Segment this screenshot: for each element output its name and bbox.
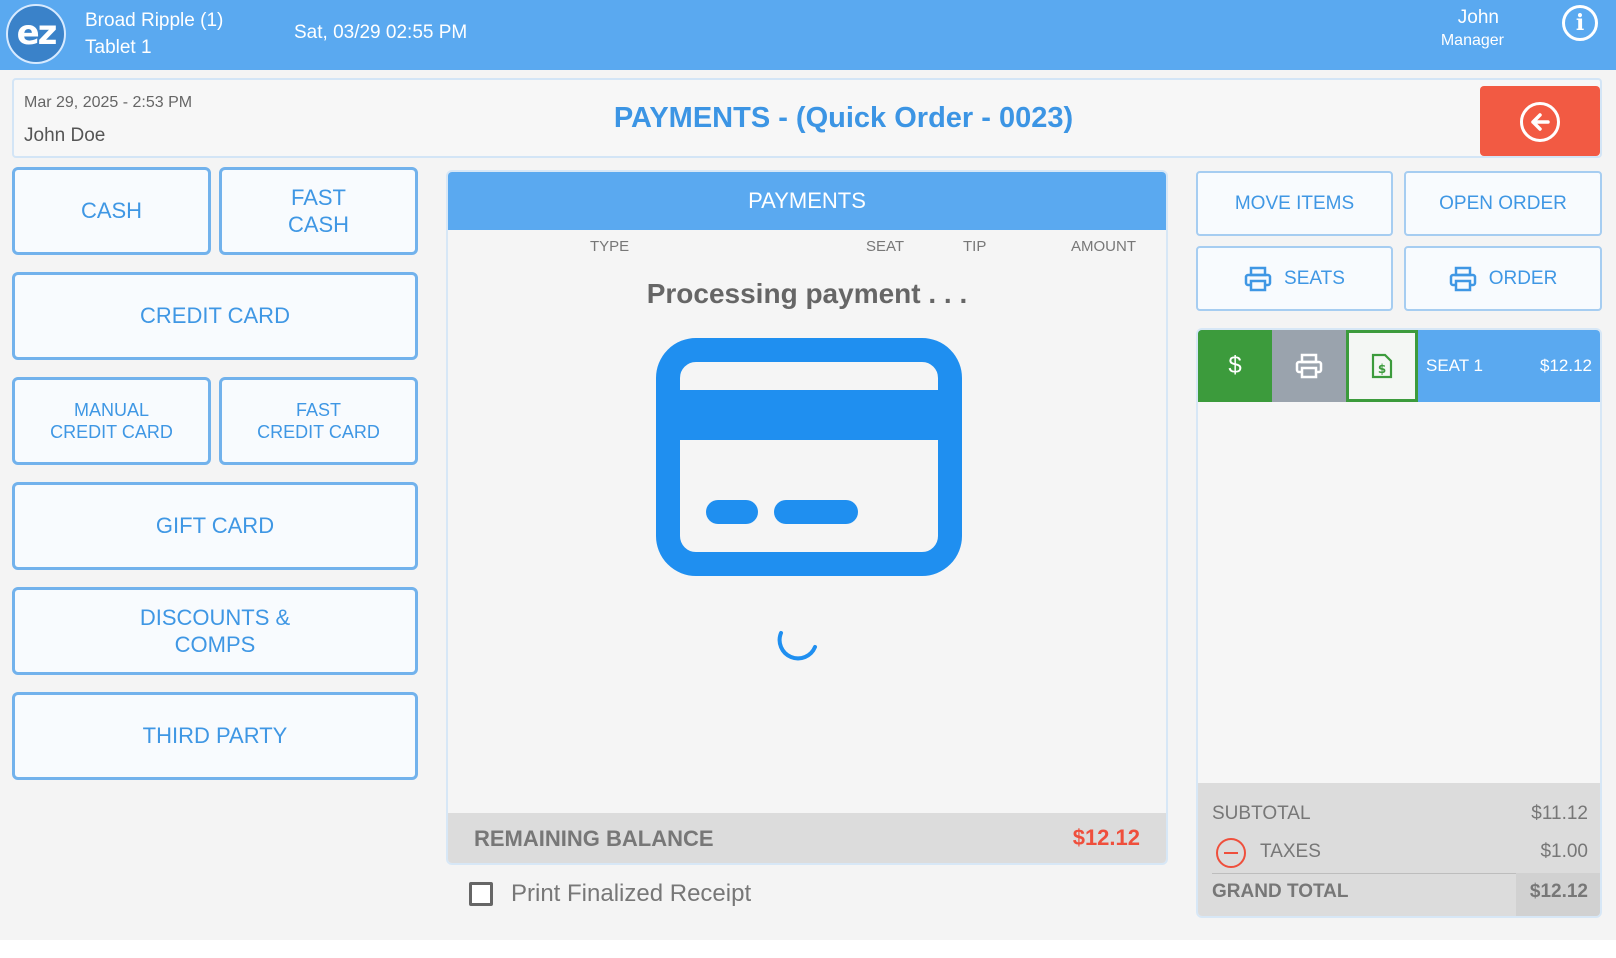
gift-card-button[interactable]: GIFT CARD [12,482,418,570]
payments-panel-title: PAYMENTS [448,172,1166,230]
subtotal-value: $11.12 [1531,803,1588,824]
processing-status: Processing payment . . . [646,278,968,309]
seat-receipt-button[interactable]: $ [1346,330,1418,402]
print-receipt-checkbox[interactable] [469,882,493,906]
move-items-button[interactable]: MOVE ITEMS [1196,171,1393,236]
column-seat: SEAT [866,238,905,255]
print-order-label: ORDER [1488,267,1558,289]
page-title: PAYMENTS - (Quick Order - 0023) [613,102,1074,134]
ez-logo: ez [6,4,66,64]
order-date: Mar 29, 2025 - 2:53 PM [24,94,193,111]
seat-name: SEAT 1 [1426,356,1484,375]
column-amount: AMOUNT [1071,238,1136,255]
open-order-label: OPEN ORDER [1439,192,1567,214]
order-header: Mar 29, 2025 - 2:53 PM John Doe PAYMENTS… [12,78,1602,158]
bottom-strip [0,940,1616,958]
user-role: Manager [1440,32,1504,49]
printer-icon [1244,266,1272,291]
loading-spinner-icon [777,631,817,661]
remaining-balance-label: REMAINING BALANCE [474,826,714,851]
taxes-value: $1.00 [1540,841,1588,862]
move-items-label: MOVE ITEMS [1234,192,1355,214]
seat-pay-button[interactable]: $ [1198,330,1272,402]
seats-panel: $ $ SEAT 1 $12.12 SUBTOTAL $11.12 TAXES … [1196,328,1602,918]
device-name: Tablet 1 [85,37,152,58]
grand-total-label: GRAND TOTAL [1212,881,1349,902]
column-tip: TIP [963,238,987,255]
cash-button[interactable]: CASH [12,167,211,255]
receipt-dollar-icon: $ [1371,353,1393,379]
credit-card-button[interactable]: CREDIT CARD [12,272,418,360]
taxes-label: TAXES [1260,841,1321,862]
arrow-left-circle-icon [1520,102,1560,142]
fast-credit-card-button[interactable]: FAST CREDIT CARD [219,377,418,465]
fast-cash-button[interactable]: FAST CASH [219,167,418,255]
remaining-balance-value: $12.12 [1072,825,1140,850]
top-bar: ez Broad Ripple (1) Tablet 1 Sat, 03/29 … [0,0,1616,70]
user-name[interactable]: John [1458,7,1499,29]
print-receipt-label[interactable]: Print Finalized Receipt [511,880,751,908]
column-type: TYPE [590,238,630,255]
customer-name: John Doe [24,125,106,146]
seat-row[interactable]: $ $ SEAT 1 $12.12 [1198,330,1600,402]
print-seats-label: SEATS [1284,267,1345,289]
remove-taxes-icon[interactable] [1216,838,1246,868]
print-order-button[interactable]: ORDER [1404,246,1602,311]
remaining-balance-bar: REMAINING BALANCE $12.12 [448,813,1166,863]
print-seats-button[interactable]: SEATS [1196,246,1393,311]
seat-print-button[interactable] [1272,330,1346,402]
subtotal-label: SUBTOTAL [1212,803,1311,824]
totals-section: SUBTOTAL $11.12 TAXES $1.00 GRAND TOTAL … [1198,783,1600,916]
seat-amount: $12.12 [1540,356,1592,375]
info-icon[interactable]: i [1562,5,1598,41]
printer-icon [1449,266,1476,291]
open-order-button[interactable]: OPEN ORDER [1404,171,1602,236]
printer-icon [1295,353,1323,379]
credit-card-icon [656,338,962,576]
payments-panel: PAYMENTS TYPE SEAT TIP AMOUNT Processing… [446,170,1168,865]
svg-text:$: $ [1378,362,1386,376]
location-name: Broad Ripple (1) [85,10,224,31]
manual-credit-card-button[interactable]: MANUAL CREDIT CARD [12,377,211,465]
third-party-button[interactable]: THIRD PARTY [12,692,418,780]
back-button[interactable] [1480,86,1600,156]
discounts-comps-button[interactable]: DISCOUNTS & COMPS [12,587,418,675]
grand-total-value: $12.12 [1529,881,1588,902]
current-datetime: Sat, 03/29 02:55 PM [294,22,468,43]
